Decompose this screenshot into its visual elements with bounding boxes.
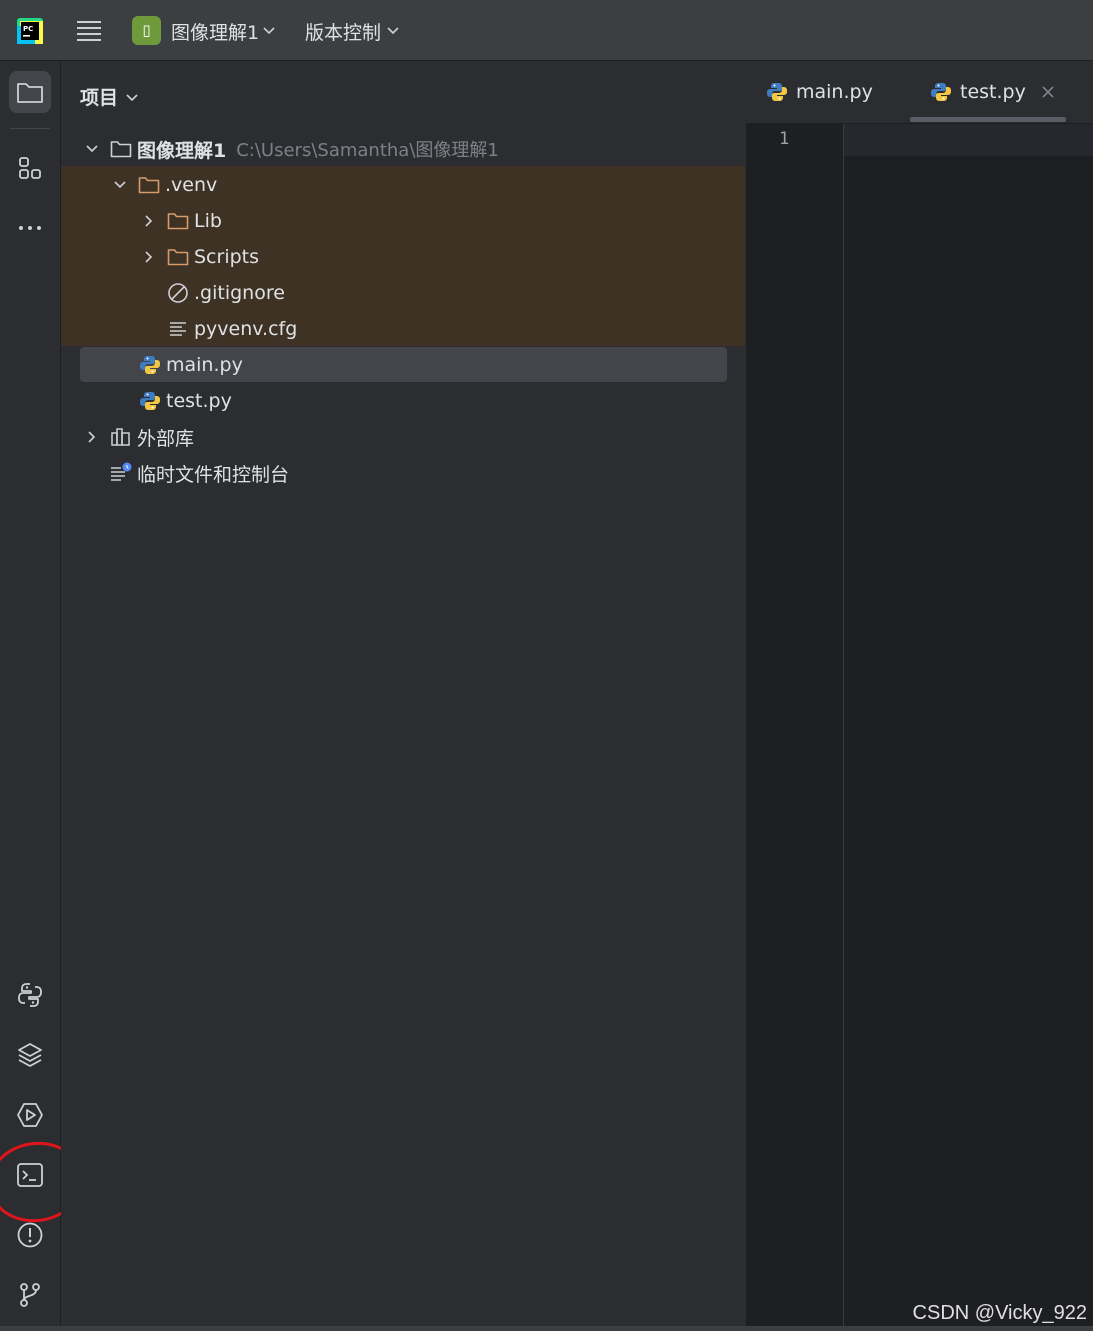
panel-title[interactable]: 项目 (80, 83, 118, 110)
folder-icon (137, 173, 161, 197)
python-console-icon[interactable] (9, 974, 51, 1016)
tree-item-scratches[interactable]: 临时文件和控制台 (109, 455, 289, 491)
tree-item-label: Lib (194, 210, 222, 232)
python-file-icon (766, 81, 788, 103)
tree-item-label: .venv (165, 174, 218, 196)
tree-item-scripts[interactable]: Scripts (138, 239, 259, 275)
pycharm-logo-icon[interactable]: PC (17, 18, 43, 44)
chevron-down-icon[interactable] (262, 22, 276, 41)
project-tool-window: 项目 图像理解1 C:\Users\Samantha\图像理解1 .venv L… (61, 61, 745, 1331)
structure-icon[interactable] (9, 147, 51, 189)
chevron-down-icon[interactable] (109, 174, 131, 196)
vcs-widget-label[interactable]: 版本控制 (305, 18, 381, 45)
python-file-icon (138, 389, 162, 413)
line-number: 1 (779, 129, 790, 149)
chevron-right-icon[interactable] (81, 426, 103, 448)
status-bar-edge (0, 1326, 1093, 1331)
editor-tabs: main.py test.py (746, 61, 1093, 124)
main-menu-icon[interactable] (76, 19, 102, 43)
more-icon[interactable] (9, 207, 51, 249)
services-icon[interactable] (9, 1094, 51, 1136)
folder-icon (109, 137, 133, 161)
tree-item-label: 临时文件和控制台 (137, 463, 290, 486)
close-icon[interactable] (1042, 86, 1054, 98)
chevron-down-icon[interactable] (125, 89, 139, 108)
project-badge[interactable]: ▯ (132, 16, 161, 45)
library-icon (109, 425, 133, 449)
tree-item-label: test.py (166, 390, 232, 412)
packages-icon[interactable] (9, 1034, 51, 1076)
stripe-divider (10, 128, 50, 129)
editor-gutter[interactable] (746, 124, 844, 1331)
tool-window-stripe (0, 61, 61, 1331)
tab-label: test.py (960, 81, 1026, 103)
tree-item-label: pyvenv.cfg (194, 318, 298, 340)
tree-item-label: main.py (166, 354, 243, 376)
tree-item-label: 外部库 (137, 427, 195, 450)
chevron-right-icon[interactable] (138, 246, 160, 268)
tree-item-label: Scripts (194, 246, 260, 268)
tree-item-venv[interactable]: .venv (109, 167, 217, 203)
tab-label: main.py (796, 81, 873, 103)
tree-item-label: .gitignore (194, 282, 285, 304)
ignore-file-icon (166, 281, 190, 305)
folder-icon[interactable] (9, 71, 51, 113)
tree-item-label: 图像理解1 (137, 139, 227, 162)
folder-icon (166, 245, 190, 269)
folder-icon (166, 209, 190, 233)
chevron-right-icon[interactable] (138, 210, 160, 232)
watermark: CSDN @Vicky_922 (912, 1302, 1087, 1324)
tree-item-main-py[interactable]: main.py (138, 347, 243, 383)
chevron-down-icon[interactable] (81, 138, 103, 160)
svg-text:PC: PC (23, 25, 33, 33)
scratches-icon (109, 461, 133, 485)
chevron-down-icon[interactable] (386, 22, 400, 41)
editor-area: main.py test.py 1 (746, 61, 1093, 1331)
git-icon[interactable] (9, 1274, 51, 1316)
tree-item-external-libraries[interactable]: 外部库 (81, 419, 194, 455)
python-file-icon (930, 81, 952, 103)
active-tab-indicator (910, 117, 1066, 122)
project-widget-label[interactable]: 图像理解1 (171, 18, 259, 45)
tree-item-test-py[interactable]: test.py (138, 383, 232, 419)
tree-item-pyvenv-cfg[interactable]: pyvenv.cfg (166, 311, 297, 347)
tree-item-path: C:\Users\Samantha\图像理解1 (236, 140, 499, 161)
tab-test-py[interactable]: test.py (930, 77, 1054, 107)
text-file-icon (166, 317, 190, 341)
title-bar: PC ▯ 图像理解1 版本控制 (0, 0, 1093, 61)
tree-item-lib[interactable]: Lib (138, 203, 222, 239)
python-file-icon (138, 353, 162, 377)
tree-item-gitignore[interactable]: .gitignore (166, 275, 285, 311)
tab-main-py[interactable]: main.py (766, 77, 873, 107)
tree-item-root[interactable]: 图像理解1 C:\Users\Samantha\图像理解1 (81, 131, 499, 167)
